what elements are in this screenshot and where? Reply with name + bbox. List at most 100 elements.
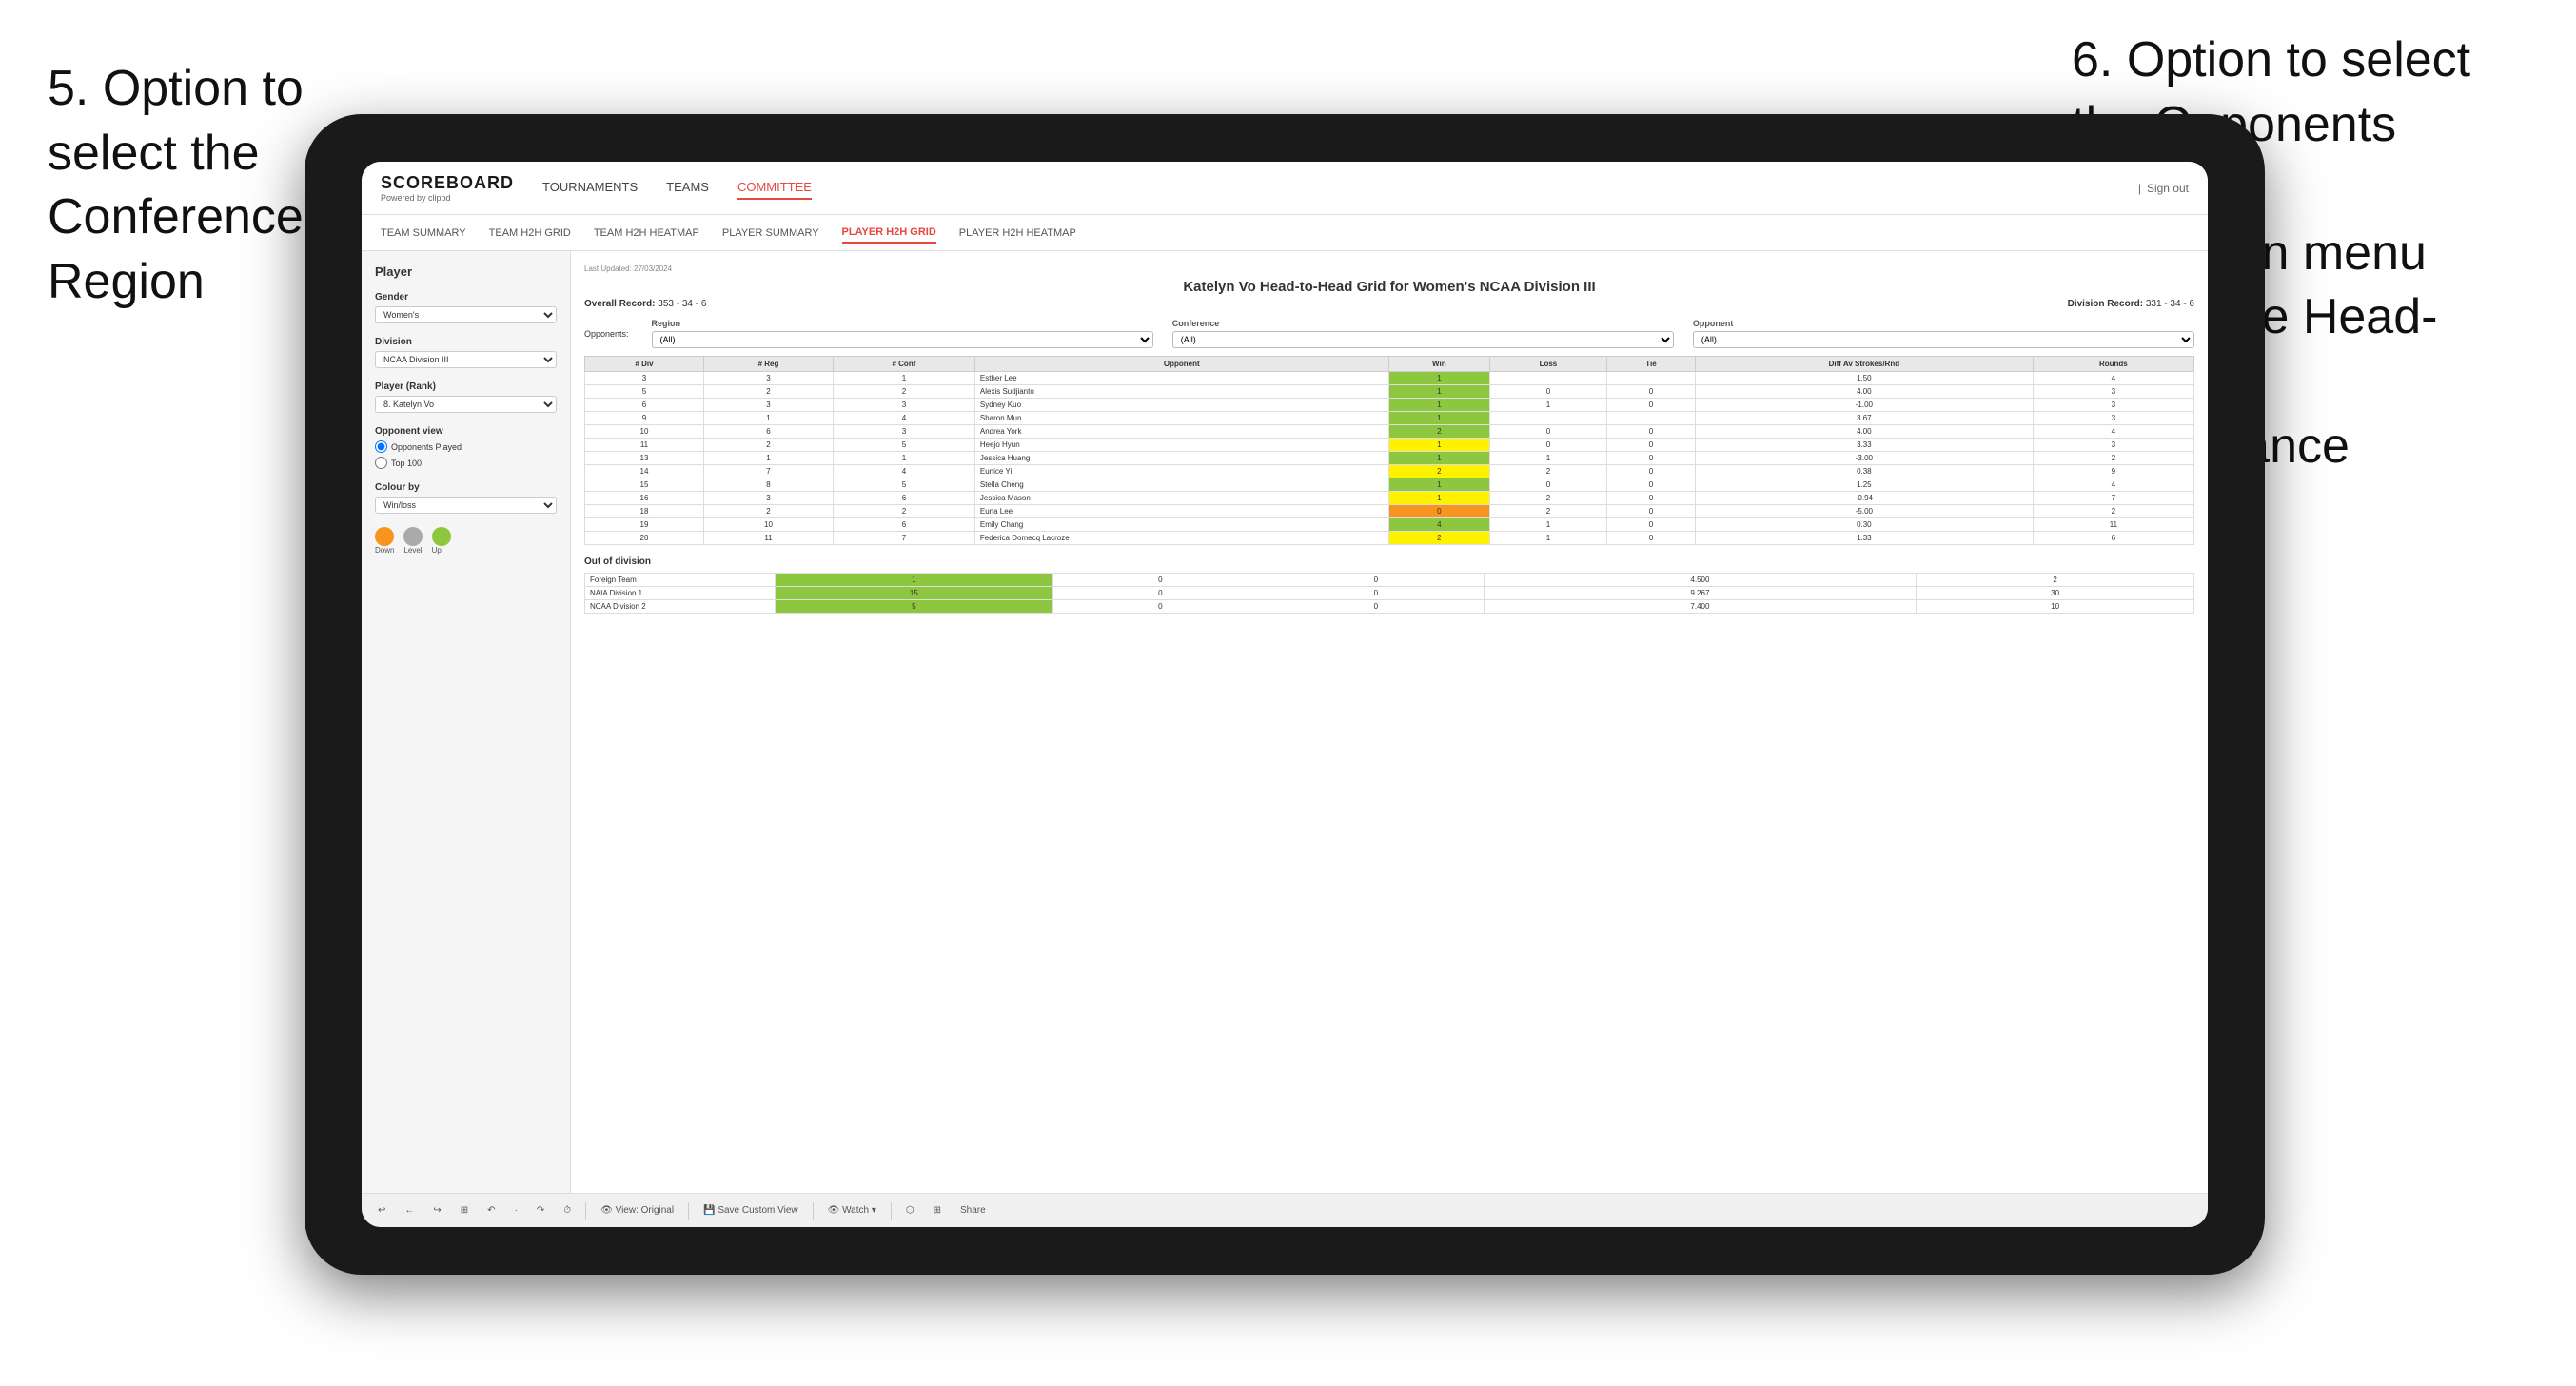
- sidebar-colour-by-select[interactable]: Win/loss: [375, 497, 557, 514]
- subnav-player-h2h-heatmap[interactable]: PLAYER H2H HEATMAP: [959, 224, 1076, 243]
- region-filter-label: Region: [652, 319, 1153, 328]
- sidebar-player-rank-section: Player (Rank) 8. Katelyn Vo: [375, 381, 557, 413]
- ood-td-loss: 0: [1052, 600, 1268, 614]
- toolbar-rotate-left[interactable]: ↶: [482, 1203, 500, 1218]
- sidebar-opponents-played[interactable]: Opponents Played: [375, 440, 557, 453]
- td-win: 1: [1388, 478, 1489, 492]
- td-conf: 4: [834, 465, 975, 478]
- ood-table-row: Foreign Team 1 0 0 4.500 2: [585, 574, 2194, 587]
- sidebar-opponent-view-section: Opponent view Opponents Played Top 100: [375, 426, 557, 469]
- toolbar-view-original[interactable]: 👁 View: Original: [596, 1203, 678, 1218]
- td-rounds: 4: [2033, 478, 2193, 492]
- td-reg: 11: [703, 532, 833, 545]
- nav-tournaments[interactable]: TOURNAMENTS: [542, 176, 638, 200]
- ood-td-win: 15: [776, 587, 1053, 600]
- th-rounds: Rounds: [2033, 357, 2193, 372]
- td-tie: 0: [1606, 532, 1695, 545]
- subnav-team-h2h-grid[interactable]: TEAM H2H GRID: [489, 224, 571, 243]
- toolbar-share[interactable]: Share: [955, 1203, 991, 1218]
- th-win: Win: [1388, 357, 1489, 372]
- td-rounds: 7: [2033, 492, 2193, 505]
- td-rounds: 11: [2033, 518, 2193, 532]
- td-reg: 7: [703, 465, 833, 478]
- toolbar-save-custom-view[interactable]: 💾 Save Custom View: [698, 1203, 803, 1218]
- td-opponent: Esther Lee: [974, 372, 1388, 385]
- overall-record-label: Overall Record:: [584, 299, 655, 309]
- td-loss: 0: [1489, 439, 1606, 452]
- toolbar-redo[interactable]: ↪: [428, 1203, 445, 1218]
- toolbar-hex[interactable]: ⬡: [901, 1203, 919, 1218]
- table-row: 3 3 1 Esther Lee 1 1.50 4: [585, 372, 2194, 385]
- td-opponent: Eunice Yi: [974, 465, 1388, 478]
- th-tie: Tie: [1606, 357, 1695, 372]
- sidebar-gender-select[interactable]: Women's: [375, 306, 557, 323]
- ood-table-row: NAIA Division 1 15 0 0 9.267 30: [585, 587, 2194, 600]
- top100-label: Top 100: [391, 459, 422, 468]
- legend-level-circle: [403, 527, 423, 546]
- td-reg: 6: [703, 425, 833, 439]
- td-diff: 3.33: [1695, 439, 2033, 452]
- toolbar-undo[interactable]: ↩: [373, 1203, 390, 1218]
- separator: |: [2138, 182, 2141, 195]
- legend-down-circle: [375, 527, 394, 546]
- nav-committee[interactable]: COMMITTEE: [737, 176, 812, 200]
- table-row: 20 11 7 Federica Domecq Lacroze 2 1 0 1.…: [585, 532, 2194, 545]
- td-conf: 6: [834, 518, 975, 532]
- toolbar-back[interactable]: ←: [400, 1203, 419, 1218]
- toolbar-dot[interactable]: ·: [510, 1203, 522, 1218]
- td-tie: 0: [1606, 478, 1695, 492]
- td-opponent: Sydney Kuo: [974, 399, 1388, 412]
- ood-td-rounds: 30: [1917, 587, 2194, 600]
- td-reg: 2: [703, 385, 833, 399]
- td-diff: 0.38: [1695, 465, 2033, 478]
- td-reg: 2: [703, 505, 833, 518]
- overall-record-text: Overall Record: 353 - 34 - 6: [584, 299, 706, 309]
- annotation-left-line2: select the: [48, 126, 260, 181]
- td-diff: -1.00: [1695, 399, 2033, 412]
- sidebar-top100[interactable]: Top 100: [375, 457, 557, 469]
- ood-td-diff: 9.267: [1484, 587, 1917, 600]
- td-conf: 2: [834, 505, 975, 518]
- legend-down-label: Down: [375, 546, 394, 555]
- sidebar-division-select[interactable]: NCAA Division III: [375, 351, 557, 368]
- top100-radio[interactable]: [375, 457, 387, 469]
- td-win: 1: [1388, 385, 1489, 399]
- conference-filter-group: Conference (All): [1172, 319, 1674, 348]
- td-tie: 0: [1606, 492, 1695, 505]
- td-conf: 1: [834, 452, 975, 465]
- toolbar-clock[interactable]: ⏱: [559, 1203, 576, 1218]
- subnav-player-h2h-grid[interactable]: PLAYER H2H GRID: [842, 223, 936, 244]
- toolbar-rotate-right[interactable]: ↷: [532, 1203, 549, 1218]
- subnav-team-summary[interactable]: TEAM SUMMARY: [381, 224, 466, 243]
- ood-td-opponent: Foreign Team: [585, 574, 776, 587]
- toolbar-grid[interactable]: ⊞: [456, 1203, 473, 1218]
- td-tie: 0: [1606, 439, 1695, 452]
- subnav-player-summary[interactable]: PLAYER SUMMARY: [722, 224, 819, 243]
- table-row: 9 1 4 Sharon Mun 1 3.67 3: [585, 412, 2194, 425]
- sign-out-link[interactable]: Sign out: [2147, 182, 2189, 195]
- th-opponent: Opponent: [974, 357, 1388, 372]
- table-row: 11 2 5 Heejo Hyun 1 0 0 3.33 3: [585, 439, 2194, 452]
- td-div: 14: [585, 465, 704, 478]
- division-record-value: 331 - 34 - 6: [2146, 299, 2194, 309]
- subnav-team-h2h-heatmap[interactable]: TEAM H2H HEATMAP: [594, 224, 699, 243]
- sidebar-player-rank-select[interactable]: 8. Katelyn Vo: [375, 396, 557, 413]
- td-opponent: Stella Cheng: [974, 478, 1388, 492]
- conference-filter-select[interactable]: (All): [1172, 331, 1674, 348]
- ood-td-win: 5: [776, 600, 1053, 614]
- toolbar-watch[interactable]: 👁 Watch ▾: [823, 1203, 881, 1218]
- td-win: 2: [1388, 532, 1489, 545]
- ood-td-tie: 0: [1268, 600, 1484, 614]
- main-content: Player Gender Women's Division NCAA Divi…: [362, 251, 2208, 1193]
- region-filter-select[interactable]: (All): [652, 331, 1153, 348]
- opponents-played-radio[interactable]: [375, 440, 387, 453]
- division-record-label: Division Record:: [2068, 299, 2143, 309]
- sidebar-opponent-view-label: Opponent view: [375, 426, 557, 437]
- opponent-filter-select[interactable]: (All): [1693, 331, 2194, 348]
- td-diff: 4.00: [1695, 385, 2033, 399]
- nav-teams[interactable]: TEAMS: [666, 176, 709, 200]
- toolbar-share-grid[interactable]: ⊞: [929, 1203, 946, 1218]
- td-tie: [1606, 372, 1695, 385]
- out-of-division-table-body: Foreign Team 1 0 0 4.500 2 NAIA Division…: [585, 574, 2194, 614]
- td-rounds: 6: [2033, 532, 2193, 545]
